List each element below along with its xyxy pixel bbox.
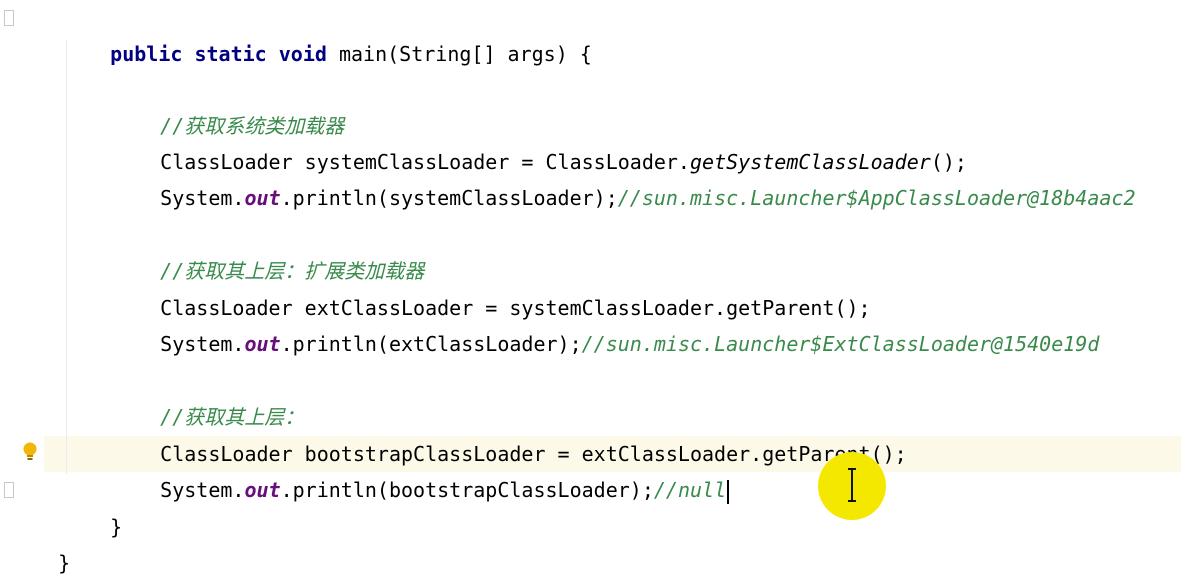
- mouse-pointer-highlight: [818, 452, 886, 520]
- code-token: System.: [160, 478, 245, 502]
- code-token: out: [244, 332, 281, 356]
- editor-gutter[interactable]: [0, 0, 44, 578]
- code-line-statement[interactable]: ClassLoader bootstrapClassLoader = extCl…: [112, 400, 907, 466]
- text-caret: [727, 479, 730, 504]
- code-line-comment[interactable]: //获取其上层：: [112, 363, 304, 429]
- code-comment: //sun.misc.Launcher$ExtClassLoader@1540e…: [581, 332, 1100, 356]
- code-token: main(String[] args) {: [326, 42, 592, 66]
- code-line-closing-brace[interactable]: }: [10, 509, 70, 575]
- code-token: .println(systemClassLoader);: [280, 186, 618, 210]
- code-line-statement[interactable]: ClassLoader systemClassLoader = ClassLoa…: [112, 108, 967, 174]
- code-token: .println(bootstrapClassLoader);: [280, 478, 654, 502]
- text-cursor-icon: [848, 468, 856, 502]
- code-line-current[interactable]: System.out.println(bootstrapClassLoader)…: [112, 436, 730, 504]
- code-line-comment[interactable]: //获取系统类加载器: [112, 72, 344, 138]
- code-token: public static void: [110, 42, 327, 66]
- code-token: }: [110, 515, 123, 539]
- code-line-statement[interactable]: System.out.println(extClassLoader);//sun…: [112, 290, 1099, 356]
- code-token: out: [244, 478, 281, 502]
- code-token: .println(extClassLoader);: [280, 332, 582, 356]
- code-line-statement[interactable]: ClassLoader extClassLoader = systemClass…: [112, 254, 870, 320]
- code-line-comment[interactable]: //获取其上层：扩展类加载器: [112, 217, 424, 283]
- code-comment: //sun.misc.Launcher$AppClassLoader@18b4a…: [617, 186, 1136, 210]
- code-token: out: [244, 186, 281, 210]
- code-line-statement[interactable]: System.out.println(systemClassLoader);//…: [112, 144, 1135, 210]
- code-comment: //null: [653, 478, 727, 502]
- code-line-method-signature[interactable]: public static void main(String[] args) {: [62, 0, 592, 66]
- code-token: System.: [160, 332, 245, 356]
- fold-marker-icon[interactable]: [4, 10, 14, 26]
- lightbulb-icon[interactable]: [22, 441, 38, 463]
- code-editor[interactable]: public static void main(String[] args) {…: [0, 0, 1181, 578]
- code-token: }: [58, 551, 71, 575]
- fold-marker-icon[interactable]: [4, 482, 14, 498]
- code-line-closing-brace[interactable]: }: [62, 473, 122, 539]
- code-token: System.: [160, 186, 245, 210]
